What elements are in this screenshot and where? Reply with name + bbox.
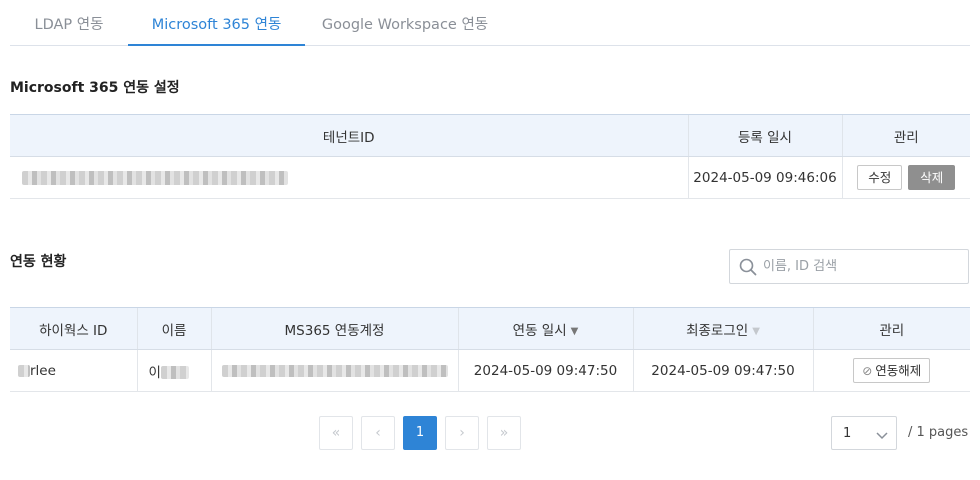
unlink-button[interactable]: ⊘ 연동해제 (853, 358, 931, 383)
settings-title: Microsoft 365 연동 설정 (10, 80, 180, 96)
tab-google-workspace[interactable]: Google Workspace 연동 (305, 0, 505, 46)
redacted-name (160, 366, 189, 379)
edit-button[interactable]: 수정 (857, 165, 903, 190)
prev-page-icon: ‹ (375, 425, 381, 441)
total-pages-label: / 1 pages (908, 425, 969, 440)
redacted-tenant-id (22, 170, 288, 185)
page-button-current[interactable]: 1 (403, 416, 437, 450)
tenant-table-header: 테넌트ID 등록 일시 관리 (10, 114, 970, 157)
status-title: 연동 현황 (10, 254, 67, 270)
col-registered-at: 등록 일시 (687, 114, 842, 157)
redacted-id-prefix (18, 364, 30, 377)
tab-ldap[interactable]: LDAP 연동 (10, 0, 128, 46)
col-ms365-account: MS365 연동계정 (210, 307, 458, 350)
sort-icon[interactable]: ▼ (752, 326, 760, 337)
name-cell: 이 (136, 349, 211, 392)
col-manage: 관리 (841, 114, 970, 157)
ms365-account-cell (210, 349, 458, 392)
search-icon (739, 258, 757, 280)
page-select-value: 1 (843, 426, 852, 441)
status-table: 하이웍스 ID 이름 MS365 연동계정 연동 일시 ▼ 최종로그인 ▼ 관리 r… (10, 307, 970, 392)
unlink-label: 연동해제 (875, 363, 922, 378)
redacted-ms365-account (221, 364, 448, 377)
delete-button[interactable]: 삭제 (908, 165, 956, 190)
hiworks-id-suffix: rlee (30, 362, 56, 379)
first-page-icon: « (331, 425, 341, 441)
next-page-icon: › (459, 425, 465, 441)
col-last-login[interactable]: 최종로그인 ▼ (632, 307, 813, 350)
col-linked-at[interactable]: 연동 일시 ▼ (457, 307, 633, 350)
col-linked-at-label: 연동 일시 (512, 322, 567, 339)
col-manage: 관리 (812, 307, 970, 350)
prev-page-button[interactable]: ‹ (361, 416, 395, 450)
hiworks-id-cell: rlee (10, 349, 137, 392)
col-hiworks-id: 하이웍스 ID (10, 307, 137, 350)
col-name: 이름 (136, 307, 211, 350)
manage-cell: 수정 삭제 (841, 156, 970, 199)
manage-cell: ⊘ 연동해제 (812, 349, 970, 392)
sort-desc-icon[interactable]: ▼ (571, 326, 579, 337)
table-row: rlee 이 2024-05-09 09:47:50 2024-05-09 09… (10, 349, 970, 392)
col-tenant-id: 테넌트ID (10, 114, 688, 157)
chevron-down-icon (876, 429, 888, 444)
col-last-login-label: 최종로그인 (686, 322, 749, 339)
search-input[interactable] (763, 250, 963, 283)
tab-microsoft-365[interactable]: Microsoft 365 연동 (128, 0, 305, 46)
tenant-id-cell (10, 156, 688, 199)
last-login-cell: 2024-05-09 09:47:50 (632, 349, 813, 392)
status-table-header: 하이웍스 ID 이름 MS365 연동계정 연동 일시 ▼ 최종로그인 ▼ 관리 (10, 307, 970, 350)
linked-at-cell: 2024-05-09 09:47:50 (457, 349, 633, 392)
last-page-icon: » (499, 425, 509, 441)
table-row: 2024-05-09 09:46:06 수정 삭제 (10, 156, 970, 199)
name-prefix: 이 (148, 364, 161, 381)
search-box[interactable] (729, 249, 969, 284)
last-page-button[interactable]: » (487, 416, 521, 450)
tab-bar: LDAP 연동 Microsoft 365 연동 Google Workspac… (10, 0, 970, 46)
registered-at-cell: 2024-05-09 09:46:06 (687, 156, 842, 199)
page-select[interactable]: 1 (831, 416, 897, 450)
first-page-button[interactable]: « (319, 416, 353, 450)
ban-icon: ⊘ (862, 364, 873, 378)
next-page-button[interactable]: › (445, 416, 479, 450)
tenant-table: 테넌트ID 등록 일시 관리 2024-05-09 09:46:06 수정 삭제 (10, 114, 970, 199)
